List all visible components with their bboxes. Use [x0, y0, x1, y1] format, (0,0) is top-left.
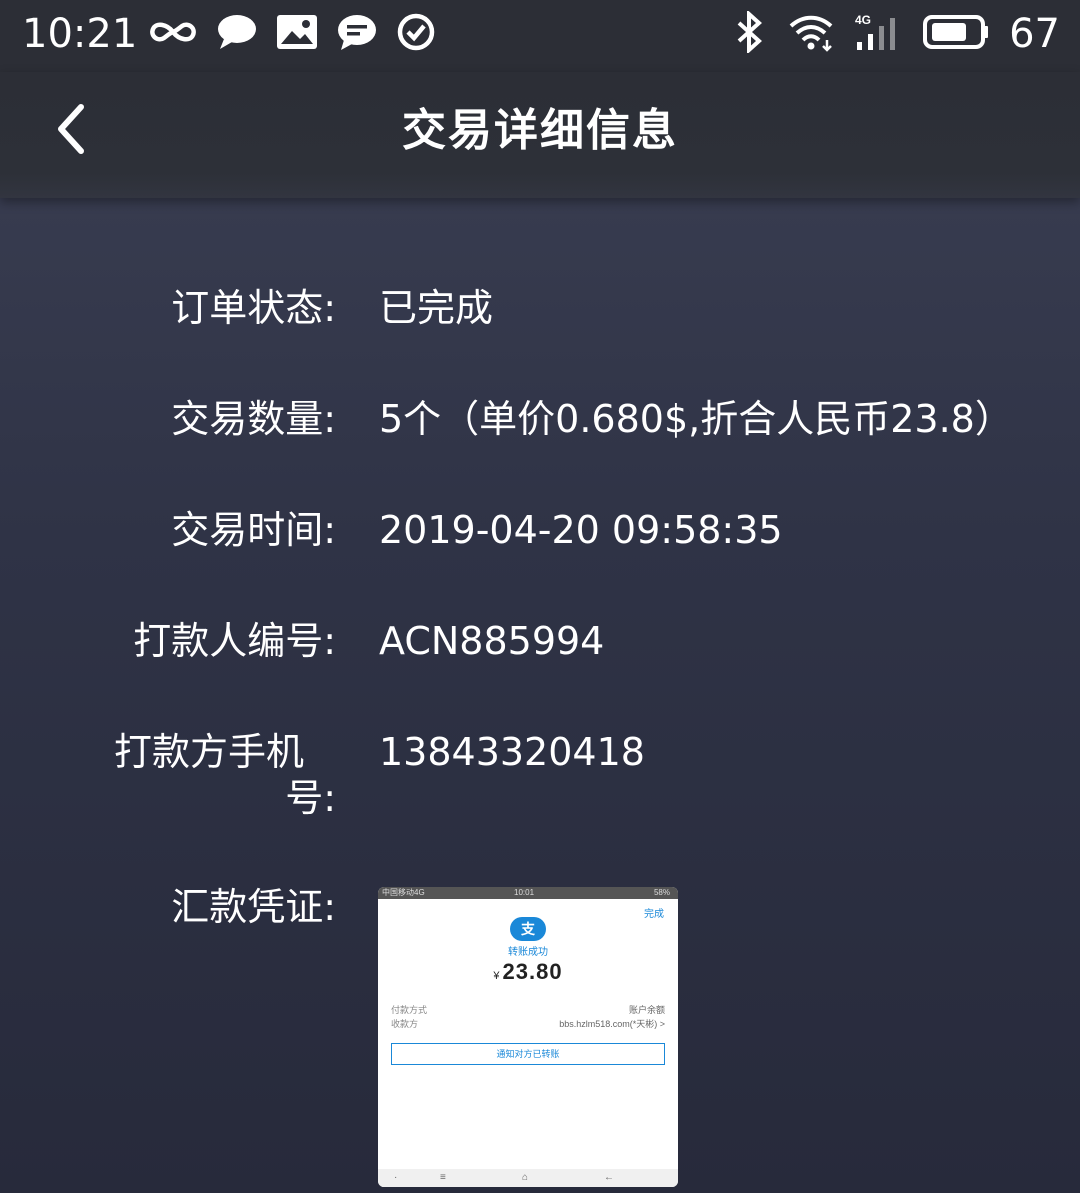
- receipt-battery: 58%: [653, 888, 670, 897]
- receipt-done: 完成: [644, 909, 664, 920]
- battery-icon: [923, 14, 989, 54]
- receipt-amount-value: 23.80: [502, 959, 563, 984]
- order-status-value: 已完成: [379, 286, 494, 330]
- system-icons: 4G 67: [733, 9, 1060, 57]
- receipt-status-bar: 中国移动4G 10:01 58%: [378, 887, 678, 899]
- receipt-success: 转账成功: [508, 947, 548, 958]
- receipt-carrier: 中国移动4G: [382, 888, 425, 897]
- order-status-label: 订单状态:: [171, 286, 336, 330]
- payer-phone-label-line2: 号:: [285, 776, 336, 820]
- voucher-label: 汇款凭证:: [171, 885, 336, 929]
- receipt-home-icon: ⌂: [522, 1172, 529, 1183]
- wifi-icon: [787, 12, 835, 56]
- app-bar: 交易详细信息: [0, 72, 1080, 198]
- battery-percent: 67: [1009, 11, 1060, 57]
- receipt-payee: 收款方 bbs.hzlm518.com(*天彬) >: [391, 1017, 665, 1030]
- payer-phone-label-line1: 打款方手机: [114, 730, 305, 774]
- network-type-label: 4G: [855, 13, 871, 27]
- payer-id-value: ACN885994: [379, 619, 605, 663]
- time-label: 交易时间:: [171, 508, 336, 552]
- check-circle-icon: [396, 12, 436, 56]
- status-time: 10:21: [22, 11, 138, 57]
- status-bar: 10:21 4G 67: [0, 0, 1080, 72]
- receipt-dot-icon: ·: [394, 1172, 398, 1183]
- receipt-back-icon: ←: [604, 1172, 614, 1183]
- receipt-time: 10:01: [514, 888, 535, 897]
- chat-bubble-icon: [216, 13, 258, 55]
- message-icon: [336, 13, 378, 55]
- receipt-payee-value: bbs.hzlm518.com(*天彬) >: [559, 1019, 665, 1029]
- alipay-logo-icon: 支: [510, 917, 546, 941]
- time-value: 2019-04-20 09:58:35: [379, 508, 783, 552]
- receipt-pay-method: 付款方式 账户余额: [391, 1003, 665, 1016]
- receipt-pay-method-label: 付款方式: [391, 1005, 428, 1015]
- receipt-nav-bar: · ≡ ⌂ ←: [378, 1169, 678, 1187]
- payer-id-label: 打款人编号:: [133, 619, 336, 663]
- infinity-icon: [148, 17, 198, 51]
- payer-phone-label: 打款方手机 号:: [76, 729, 336, 821]
- receipt-menu-icon: ≡: [440, 1172, 446, 1183]
- receipt-pay-method-value: 账户余额: [628, 1005, 665, 1015]
- quantity-label: 交易数量:: [171, 397, 336, 441]
- receipt-amount: ¥23.80: [378, 959, 678, 985]
- bluetooth-icon: [733, 9, 767, 57]
- receipt-payee-label: 收款方: [391, 1019, 419, 1029]
- voucher-image[interactable]: 中国移动4G 10:01 58% 完成 支 转账成功 ¥23.80 付款方式 账…: [378, 887, 678, 1187]
- receipt-currency: ¥: [493, 970, 501, 982]
- quantity-value: 5个（单价0.680$,折合人民币23.8）: [379, 397, 1013, 441]
- notification-icons: [148, 12, 436, 56]
- signal-icon: 4G: [855, 12, 903, 56]
- receipt-notify-button: 通知对方已转账: [391, 1043, 665, 1065]
- payer-phone-value: 13843320418: [379, 730, 645, 774]
- page-title: 交易详细信息: [402, 105, 678, 156]
- image-icon: [276, 14, 318, 54]
